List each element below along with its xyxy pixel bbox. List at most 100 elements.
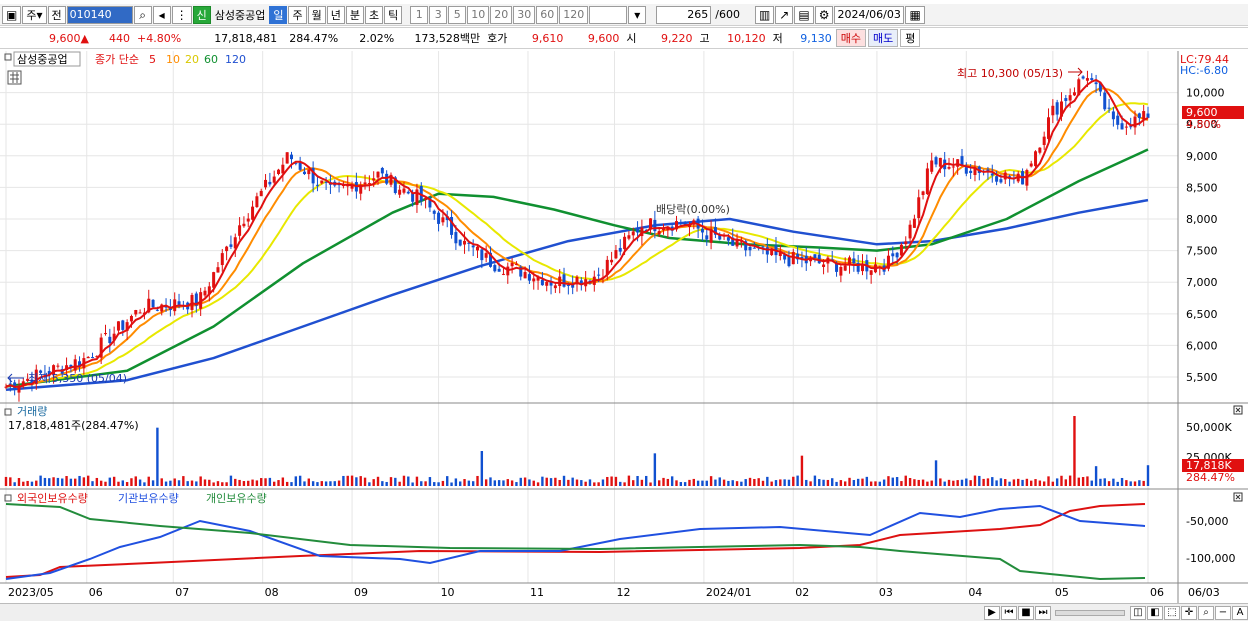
candle-body (610, 259, 614, 263)
period-toggle-button[interactable]: 전 (47, 5, 66, 24)
volume-bar (372, 479, 375, 486)
candle-body (532, 278, 536, 282)
volume-value: 17,818,481 (214, 31, 278, 45)
buy-button[interactable]: 매수 (835, 29, 867, 47)
candle-body (1051, 105, 1055, 116)
custom-tick-input[interactable] (589, 5, 628, 24)
scroll-right-icon[interactable]: ▶ (984, 605, 1000, 620)
volume-bar (787, 479, 791, 486)
minus-icon[interactable]: − (1215, 605, 1231, 620)
volume-bar (731, 480, 734, 486)
date-tick: 11 (530, 586, 544, 599)
stop-icon[interactable]: ■ (1018, 605, 1034, 620)
volume-bar (558, 479, 561, 486)
stock-code-input[interactable]: 010140 (66, 5, 133, 24)
tick-5-button[interactable]: 5 (448, 5, 467, 24)
volume-bar (290, 482, 293, 486)
candle-body (376, 171, 380, 178)
tick-20-button[interactable]: 20 (490, 5, 513, 24)
volume-bar (744, 479, 747, 486)
compare-icon[interactable]: ◧ (1147, 605, 1163, 620)
candle-body (454, 232, 458, 244)
volume-bar (398, 481, 401, 486)
candle-body (242, 223, 246, 227)
candle-type-icon[interactable]: ▥ (754, 5, 775, 24)
volume-bar (796, 475, 799, 486)
tick-3-button[interactable]: 3 (429, 5, 448, 24)
open-label: 시 (626, 32, 637, 45)
candle-body (562, 274, 566, 287)
period-month-button[interactable]: 월 (307, 5, 326, 24)
period-year-button[interactable]: 년 (326, 5, 345, 24)
volume-bar (268, 477, 272, 486)
candle-body (216, 267, 220, 273)
candle-body (938, 157, 942, 167)
volume-bar (792, 476, 795, 486)
volume-bar (281, 477, 285, 486)
candle-body (225, 246, 229, 252)
drawing-tools-icon[interactable]: ↗ (775, 5, 794, 24)
volume-bar (826, 479, 830, 486)
candle-body (259, 190, 263, 197)
volume-bar (74, 478, 77, 486)
stock-menu-icon[interactable]: ⋮ (171, 5, 192, 24)
average-button[interactable]: 평 (900, 29, 921, 47)
zoom-icon[interactable]: ⌕ (1198, 605, 1214, 620)
window-icon[interactable]: ▣ (2, 5, 22, 24)
candle-body (264, 179, 268, 188)
volume-bar (645, 475, 648, 486)
expand-icon[interactable]: ⬚ (1164, 605, 1180, 620)
volume-bar (856, 478, 860, 486)
rewind-icon[interactable]: ⏮ (1001, 605, 1017, 620)
candle-body (480, 249, 484, 261)
period-week-button[interactable]: 주 (288, 5, 307, 24)
save-icon[interactable]: ▤ (794, 5, 814, 24)
calendar-icon[interactable]: ▦ (905, 5, 925, 24)
speaker-icon[interactable]: ◂ (152, 5, 171, 24)
candle-body (558, 276, 562, 287)
period-second-button[interactable]: 초 (364, 5, 384, 24)
chevron-down-icon[interactable]: ▾ (628, 5, 647, 24)
tick-1-button[interactable]: 1 (410, 5, 429, 24)
candle-body (277, 169, 281, 174)
table-view-icon[interactable] (7, 70, 22, 85)
price-tick: 5,500 (1186, 371, 1218, 384)
new-badge[interactable]: 신 (192, 5, 211, 24)
volume-bar (991, 477, 994, 486)
volume-bar (1090, 480, 1093, 486)
volume-bar (450, 482, 453, 486)
sell-button[interactable]: 매도 (868, 29, 899, 47)
volume-bar (316, 482, 319, 486)
volume-bar (692, 478, 695, 486)
scroll-bar[interactable]: ▶ ⏮ ■ ⏭ ◫ ◧ ⬚ ✛ ⌕ − A (0, 603, 1248, 621)
gear-icon[interactable]: ⚙ (814, 5, 834, 24)
tick-120-button[interactable]: 120 (559, 5, 589, 24)
tick-30-button[interactable]: 30 (513, 5, 536, 24)
zoom-slider[interactable] (1055, 609, 1125, 616)
candle-body (497, 268, 501, 272)
crosshair-icon[interactable]: ✛ (1181, 605, 1197, 620)
period-day-button[interactable]: 일 (269, 5, 288, 24)
volume-bar (260, 478, 263, 486)
volume-bar (164, 481, 168, 486)
volume-bar (112, 476, 116, 486)
date-input[interactable]: 2024/06/03 (834, 5, 905, 24)
tick-10-button[interactable]: 10 (467, 5, 490, 24)
period-minute-button[interactable]: 분 (345, 5, 364, 24)
market-select[interactable]: 주 ▾ (22, 5, 47, 24)
volume-bar (294, 476, 298, 486)
forward-icon[interactable]: ⏭ (1035, 605, 1051, 620)
text-size-icon[interactable]: A (1232, 605, 1248, 620)
volume-bar (91, 481, 94, 486)
candle-body (285, 152, 289, 164)
volume-bar (1129, 481, 1132, 486)
data-count-input[interactable]: 265 (656, 5, 712, 24)
chart-type-icon[interactable]: ◫ (1130, 605, 1146, 620)
tick-60-button[interactable]: 60 (536, 5, 559, 24)
volume-bar (562, 475, 566, 486)
volume-bar (151, 480, 155, 486)
candle-body (761, 246, 765, 248)
volume-pct-tag: 284.47% (1186, 471, 1235, 484)
period-tick-button[interactable]: 틱 (384, 5, 403, 24)
search-icon[interactable]: ⌕ (133, 5, 152, 24)
